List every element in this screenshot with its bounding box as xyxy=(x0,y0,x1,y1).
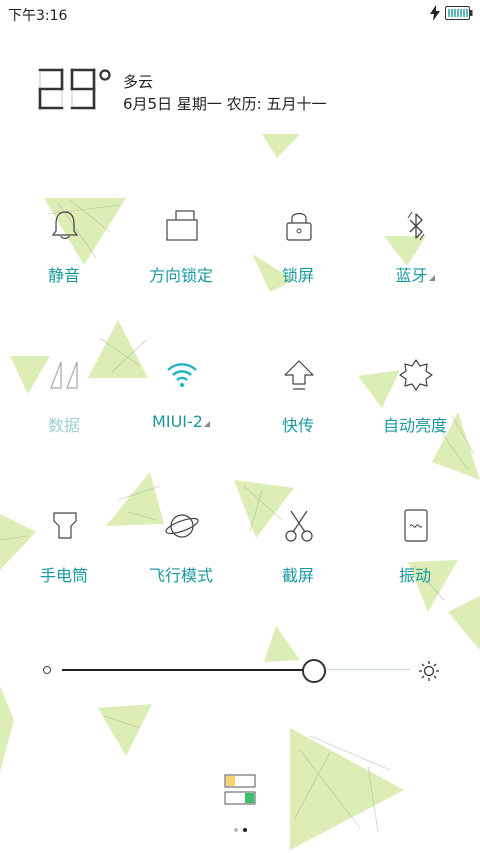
charging-icon xyxy=(430,5,440,21)
toggle-screenshot[interactable]: 截屏 xyxy=(239,508,357,618)
toggle-auto-brightness[interactable]: 自动亮度 xyxy=(356,358,474,468)
battery-icon xyxy=(445,6,473,20)
toggle-bluetooth[interactable]: 蓝牙 xyxy=(356,208,474,318)
toggle-flashlight[interactable]: 手电筒 xyxy=(5,508,123,618)
vibrate-phone-icon xyxy=(404,509,428,542)
planet-icon xyxy=(165,514,199,538)
toggle-vibrate[interactable]: 振动 xyxy=(356,508,474,618)
toggle-settings-switch-icon[interactable] xyxy=(224,773,258,807)
expand-indicator-icon xyxy=(203,421,210,427)
brightness-thumb[interactable] xyxy=(301,659,326,683)
toggle-auto-brightness-label: 自动亮度 xyxy=(382,416,447,435)
weather-date: 6月5日 星期一 农历: 五月十一 xyxy=(123,95,327,113)
toggle-screenshot-label: 截屏 xyxy=(281,566,314,585)
status-time: 下午3:16 xyxy=(8,8,68,24)
wifi-label-text: MIUI-2 xyxy=(152,412,203,431)
wifi-icon xyxy=(167,363,197,387)
page-dot-1 xyxy=(234,828,238,832)
lock-icon xyxy=(286,212,312,241)
bluetooth-label-text: 蓝牙 xyxy=(395,266,428,285)
toggle-data[interactable]: 数据 xyxy=(5,358,123,468)
toggle-lock-screen[interactable]: 锁屏 xyxy=(239,208,357,318)
toggle-data-label: 数据 xyxy=(47,416,80,435)
toggle-lock-screen-label: 锁屏 xyxy=(281,266,314,285)
temperature-display: 29 xyxy=(38,68,111,110)
toggle-wifi-label: MIUI-2 xyxy=(122,412,240,431)
weather-condition: 多云 xyxy=(123,73,154,91)
page-indicator xyxy=(232,826,252,834)
toggle-flashlight-label: 手电筒 xyxy=(39,566,88,585)
status-bar: 下午3:16 xyxy=(0,0,480,28)
brightness-high-icon xyxy=(419,661,439,681)
page-dot-2-active xyxy=(243,828,247,832)
toggle-silent-label: 静音 xyxy=(47,266,80,285)
flashlight-icon xyxy=(53,512,77,539)
bell-icon xyxy=(51,211,79,239)
toggle-bluetooth-label: 蓝牙 xyxy=(356,262,474,286)
scissors-icon xyxy=(285,510,313,542)
toggle-rotation-lock[interactable]: 方向锁定 xyxy=(122,208,240,318)
mobile-data-icon xyxy=(50,361,78,389)
bluetooth-icon xyxy=(407,211,425,241)
expand-indicator-icon xyxy=(428,275,435,281)
toggle-vibrate-label: 振动 xyxy=(398,566,431,585)
toggle-wifi[interactable]: MIUI-2 xyxy=(122,358,240,468)
toggle-quick-send-label: 快传 xyxy=(281,416,314,435)
toggle-rotation-lock-label: 方向锁定 xyxy=(148,266,213,285)
toggle-airplane-mode-label: 飞行模式 xyxy=(148,566,213,585)
rotation-lock-icon xyxy=(166,210,198,241)
auto-brightness-icon xyxy=(399,359,433,391)
brightness-slider[interactable] xyxy=(40,655,450,685)
brightness-low-icon xyxy=(43,666,51,674)
brightness-track-filled xyxy=(62,669,303,671)
brightness-track-remaining xyxy=(323,669,410,670)
degree-symbol xyxy=(99,69,111,81)
toggle-silent[interactable]: 静音 xyxy=(5,208,123,318)
toggle-quick-send[interactable]: 快传 xyxy=(239,358,357,468)
toggle-airplane-mode[interactable]: 飞行模式 xyxy=(122,508,240,618)
upload-arrow-icon xyxy=(284,360,314,390)
